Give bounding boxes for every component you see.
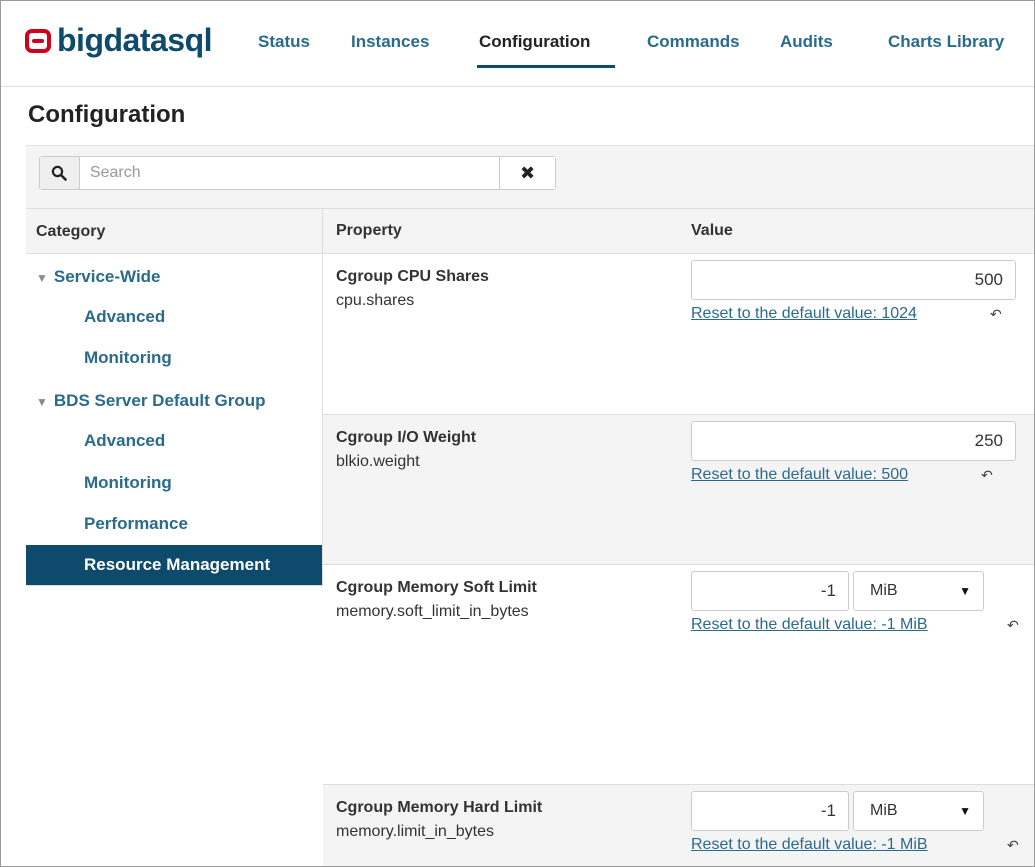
table-row: Cgroup Memory Soft Limit memory.soft_lim… [323,565,1034,785]
search-group: ✖ [39,156,556,190]
reset-default-link[interactable]: Reset to the default value: -1 MiB [691,836,928,854]
unit-selected-value: MiB [870,802,898,819]
category-group-service-wide[interactable]: ▼ Service-Wide [36,267,161,287]
category-group-label: Service-Wide [53,267,161,286]
search-toolbar: ✖ [26,145,1034,209]
property-key: blkio.weight [336,453,420,470]
top-navbar: bigdatasql Status Instances Configuratio… [1,1,1034,87]
category-group-label: BDS Server Default Group [53,391,266,410]
category-item-performance[interactable]: Performance [84,514,188,534]
property-name: Cgroup I/O Weight [336,429,477,446]
caret-down-icon: ▼ [36,271,48,285]
property-name: Cgroup Memory Hard Limit [336,799,543,816]
active-tab-indicator [477,65,615,68]
table-header: Property Value [323,209,1034,254]
brand-name: bigdatasql [57,21,213,58]
category-item-resource-management[interactable]: Resource Management [26,545,322,585]
category-group-bds-server-default[interactable]: ▼ BDS Server Default Group [36,391,266,411]
clear-search-button[interactable]: ✖ [499,157,555,189]
category-header: Category [26,209,322,254]
tab-commands[interactable]: Commands [647,32,740,52]
category-item-monitoring[interactable]: Monitoring [84,473,172,493]
reset-default-link[interactable]: Reset to the default value: 1024 [691,305,917,323]
tab-audits[interactable]: Audits [780,32,833,52]
unit-select[interactable]: MiB ▼ [853,791,984,831]
category-sidebar: Category ▼ Service-Wide Advanced Monitori… [26,209,323,586]
property-name: Cgroup Memory Soft Limit [336,579,537,596]
category-item-monitoring[interactable]: Monitoring [84,348,172,368]
undo-arrow-icon: ↶ [990,306,1002,322]
dropdown-arrow-icon: ▼ [959,804,971,818]
close-icon: ✖ [520,162,536,183]
app-window: bigdatasql Status Instances Configuratio… [0,0,1035,867]
caret-down-icon: ▼ [36,395,48,409]
oracle-logo-icon [25,29,51,53]
brand[interactable]: bigdatasql [25,21,213,58]
undo-arrow-icon: ↶ [981,467,993,483]
search-icon [40,157,80,189]
tab-configuration[interactable]: Configuration [479,32,590,52]
column-header-property: Property [336,222,402,239]
undo-arrow-icon: ↶ [1007,617,1019,633]
unit-selected-value: MiB [870,582,898,599]
property-key: memory.soft_limit_in_bytes [336,603,529,620]
value-input[interactable]: -1 [691,791,849,831]
undo-arrow-icon: ↶ [1007,837,1019,853]
category-item-advanced[interactable]: Advanced [84,431,165,451]
value-input[interactable]: 500 [691,260,1016,300]
dropdown-arrow-icon: ▼ [959,584,971,598]
property-table: Property Value Cgroup CPU Shares cpu.sha… [323,209,1034,866]
tab-instances[interactable]: Instances [351,32,429,52]
tab-status[interactable]: Status [258,32,310,52]
property-name: Cgroup CPU Shares [336,268,489,285]
search-input[interactable] [79,157,500,189]
value-input[interactable]: 250 [691,421,1016,461]
table-row: Cgroup CPU Shares cpu.shares 500 Reset t… [323,254,1034,415]
unit-select[interactable]: MiB ▼ [853,571,984,611]
property-key: cpu.shares [336,292,415,309]
value-input[interactable]: -1 [691,571,849,611]
property-key: memory.limit_in_bytes [336,823,494,840]
category-item-advanced[interactable]: Advanced [84,307,165,327]
tab-charts-library[interactable]: Charts Library [888,32,1004,52]
reset-default-link[interactable]: Reset to the default value: -1 MiB [691,616,928,634]
column-header-value: Value [691,222,733,239]
page-title: Configuration [28,101,186,128]
reset-default-link[interactable]: Reset to the default value: 500 [691,466,908,484]
table-row: Cgroup Memory Hard Limit memory.limit_in… [323,785,1034,866]
table-row: Cgroup I/O Weight blkio.weight 250 Reset… [323,415,1034,565]
